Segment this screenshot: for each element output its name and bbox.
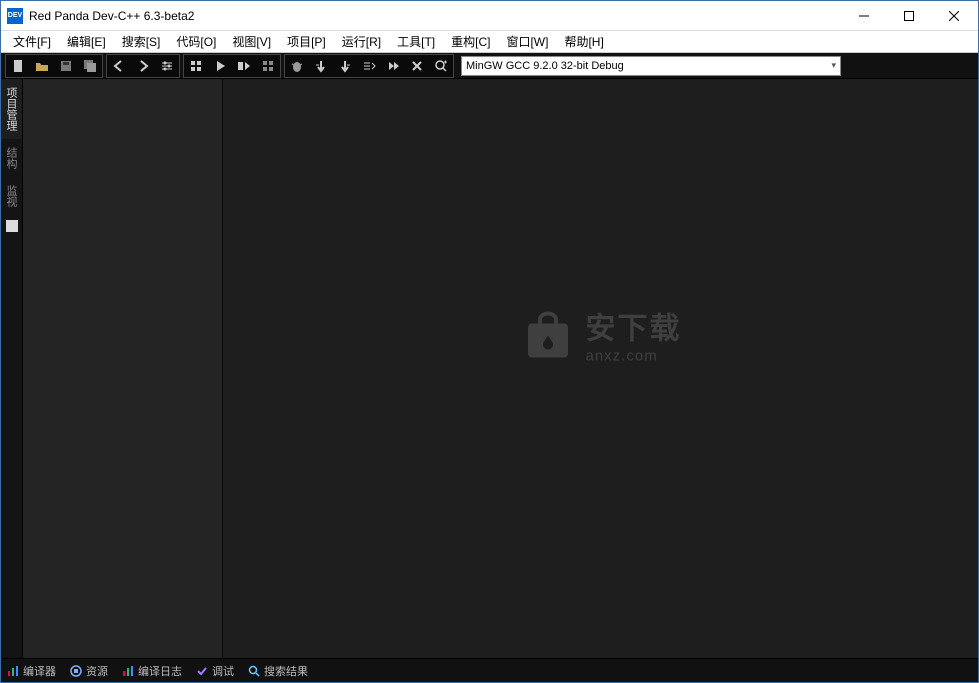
tab-search-results[interactable]: 搜索结果 <box>248 663 308 679</box>
bars-icon <box>122 665 134 677</box>
tab-compile-log[interactable]: 编译日志 <box>122 663 182 679</box>
menu-window[interactable]: 窗口[W] <box>498 31 556 52</box>
menu-file[interactable]: 文件[F] <box>5 31 59 52</box>
search-icon <box>248 665 260 677</box>
chevron-down-icon: ▾ <box>831 60 836 71</box>
resource-icon <box>70 665 82 677</box>
stop-debug-icon[interactable] <box>406 56 428 76</box>
side-tab-structure[interactable]: 结构 <box>1 139 22 177</box>
toolbar-group-debug <box>284 54 454 78</box>
tab-compiler[interactable]: 编译器 <box>7 663 56 679</box>
watermark-sub: anxz.com <box>586 347 658 364</box>
menu-run[interactable]: 运行[R] <box>334 31 389 52</box>
menu-help[interactable]: 帮助[H] <box>556 31 611 52</box>
minimize-button[interactable] <box>841 1 886 30</box>
rebuild-icon[interactable] <box>257 56 279 76</box>
toolbar-group-nav <box>106 54 180 78</box>
step-over-icon[interactable] <box>310 56 332 76</box>
debug-icon[interactable] <box>286 56 308 76</box>
tab-debug[interactable]: 调试 <box>196 663 234 679</box>
step-into-icon[interactable] <box>334 56 356 76</box>
menu-tools[interactable]: 工具[T] <box>389 31 443 52</box>
menu-search[interactable]: 搜索[S] <box>114 31 169 52</box>
side-tab-watch[interactable]: 监视 <box>1 177 22 215</box>
save-all-icon[interactable] <box>79 56 101 76</box>
window-title: Red Panda Dev-C++ 6.3-beta2 <box>29 9 841 23</box>
open-folder-icon[interactable] <box>31 56 53 76</box>
check-icon <box>196 665 208 677</box>
tab-compile-log-label: 编译日志 <box>138 663 182 679</box>
bottom-tabs: 编译器 资源 编译日志 调试 搜索结果 <box>1 658 978 682</box>
bag-icon <box>520 306 576 362</box>
menu-refactor[interactable]: 重构[C] <box>443 31 498 52</box>
continue-icon[interactable] <box>382 56 404 76</box>
menu-edit[interactable]: 编辑[E] <box>59 31 114 52</box>
app-window: DEV Red Panda Dev-C++ 6.3-beta2 文件[F] 编辑… <box>0 0 979 683</box>
step-out-icon[interactable] <box>358 56 380 76</box>
tab-search-results-label: 搜索结果 <box>264 663 308 679</box>
toolbar-group-build <box>183 54 281 78</box>
watermark: 安下载 anxz.com <box>520 303 682 364</box>
toolbar-group-file <box>5 54 103 78</box>
back-icon[interactable] <box>108 56 130 76</box>
tab-resource-label: 资源 <box>86 663 108 679</box>
side-indicator-icon <box>6 220 18 232</box>
new-file-icon[interactable] <box>7 56 29 76</box>
compile-icon[interactable] <box>185 56 207 76</box>
close-button[interactable] <box>931 1 976 30</box>
main-area: 项目管理 结构 监视 安下载 anxz.com <box>1 79 978 658</box>
save-icon[interactable] <box>55 56 77 76</box>
menu-view[interactable]: 视图[V] <box>224 31 279 52</box>
watermark-main: 安下载 <box>586 303 682 347</box>
tab-compiler-label: 编译器 <box>23 663 56 679</box>
side-tabs: 项目管理 结构 监视 <box>1 79 23 658</box>
menu-code[interactable]: 代码[O] <box>168 31 224 52</box>
compiler-selected-text: MinGW GCC 9.2.0 32-bit Debug <box>466 60 831 72</box>
tab-resource[interactable]: 资源 <box>70 663 108 679</box>
run-icon[interactable] <box>209 56 231 76</box>
settings-toggle-icon[interactable] <box>156 56 178 76</box>
compile-run-icon[interactable] <box>233 56 255 76</box>
tab-debug-label: 调试 <box>212 663 234 679</box>
compiler-select[interactable]: MinGW GCC 9.2.0 32-bit Debug ▾ <box>461 56 841 76</box>
project-panel[interactable] <box>23 79 223 658</box>
editor-area[interactable]: 安下载 anxz.com <box>223 79 978 658</box>
maximize-button[interactable] <box>886 1 931 30</box>
app-icon: DEV <box>7 8 23 24</box>
toolbar: MinGW GCC 9.2.0 32-bit Debug ▾ <box>1 53 978 79</box>
titlebar: DEV Red Panda Dev-C++ 6.3-beta2 <box>1 1 978 31</box>
forward-icon[interactable] <box>132 56 154 76</box>
menu-project[interactable]: 项目[P] <box>279 31 334 52</box>
window-controls <box>841 1 976 30</box>
menubar: 文件[F] 编辑[E] 搜索[S] 代码[O] 视图[V] 项目[P] 运行[R… <box>1 31 978 53</box>
bars-icon <box>7 665 19 677</box>
add-watch-icon[interactable] <box>430 56 452 76</box>
side-tab-project[interactable]: 项目管理 <box>1 79 22 139</box>
